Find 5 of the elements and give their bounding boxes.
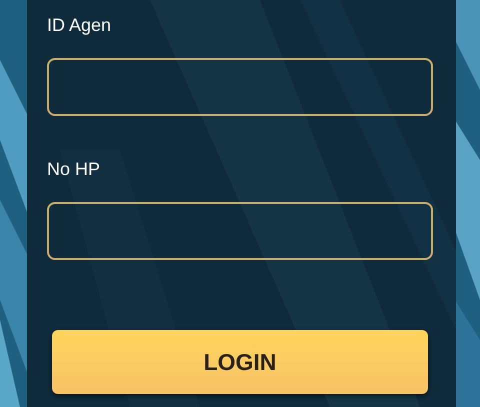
- login-button[interactable]: LOGIN: [52, 330, 428, 394]
- input-field[interactable]: [47, 58, 433, 116]
- field-label: ID Agen: [47, 14, 112, 36]
- field-label: No HP: [47, 158, 100, 180]
- input-field[interactable]: [47, 202, 433, 260]
